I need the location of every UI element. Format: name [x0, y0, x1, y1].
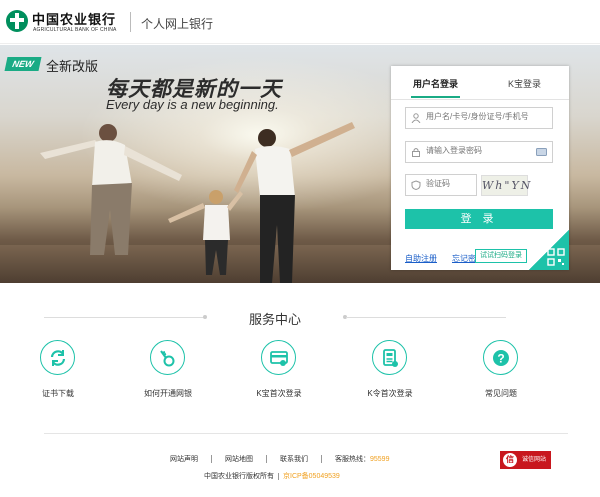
password-field[interactable] — [405, 141, 553, 163]
service-label: 常见问题 — [485, 389, 517, 398]
tab-kbao-login[interactable]: K宝登录 — [480, 77, 569, 90]
service-kbao-first-login[interactable]: K宝首次登录 — [239, 340, 319, 400]
bank-name-en: AGRICULTURAL BANK OF CHINA — [33, 27, 117, 33]
footer-link-contact[interactable]: 联系我们 — [280, 454, 308, 464]
footer-link-sitemap[interactable]: 网站地图 — [225, 454, 253, 464]
key-icon — [160, 350, 175, 367]
site-header: 中国农业银行 AGRICULTURAL BANK OF CHINA 个人网上银行 — [0, 0, 600, 44]
username-input[interactable] — [426, 112, 536, 121]
service-label: 证书下载 — [42, 389, 74, 398]
qr-code-icon — [547, 248, 565, 266]
slogan-en: Every day is a new beginning. — [106, 97, 279, 112]
service-center-title: 服务中心 — [248, 312, 301, 327]
copyright-line: 中国农业银行版权所有 京ICP备05049539 — [204, 471, 340, 481]
trust-label: 诚信网站 — [522, 457, 547, 463]
lock-icon — [412, 148, 420, 157]
qr-login-toggle[interactable] — [529, 230, 569, 270]
login-button[interactable]: 登 录 — [405, 209, 553, 229]
captcha-field[interactable] — [405, 174, 477, 196]
refresh-icon — [50, 350, 66, 366]
captcha-image[interactable]: Wh"YN — [481, 175, 530, 196]
user-icon — [411, 113, 421, 123]
login-panel: 用户名登录 K宝登录 Wh"YN 登 录 自助注册 忘记密 试试扫码登录 — [391, 66, 569, 270]
abc-logo-icon[interactable] — [6, 10, 28, 32]
page-subtitle: 个人网上银行 — [141, 17, 214, 31]
copyright-text: 中国农业银行版权所有 — [204, 473, 274, 480]
service-icon-circle — [372, 340, 407, 375]
service-icon-circle — [150, 340, 185, 375]
captcha-input[interactable] — [426, 179, 472, 188]
tab-username-login[interactable]: 用户名登录 — [391, 77, 480, 98]
service-label: K令首次登录 — [367, 389, 413, 398]
scan-login-tip[interactable]: 试试扫码登录 — [475, 249, 527, 263]
footer-link-statement[interactable]: 网站声明 — [170, 454, 198, 464]
footer-divider — [44, 433, 568, 434]
bank-name-cn: 中国农业银行 — [32, 13, 117, 28]
username-field[interactable] — [405, 107, 553, 129]
header-divider — [130, 12, 131, 32]
service-kling-first-login[interactable]: K令首次登录 — [350, 340, 430, 400]
service-cert-download[interactable]: 证书下载 — [18, 340, 98, 400]
new-badge: NEW — [4, 57, 42, 71]
self-register-link[interactable]: 自助注册 — [405, 253, 437, 264]
service-icon-circle: ? — [483, 340, 518, 375]
divider-right — [346, 317, 506, 318]
login-tabs: 用户名登录 K宝登录 — [391, 66, 569, 100]
trust-website-badge[interactable]: 信 诚信网站 — [500, 451, 551, 469]
service-faq[interactable]: ? 常见问题 — [461, 340, 541, 400]
footer-links: 网站声明 网站地图 联系我们 客服热线：95599 — [170, 454, 389, 464]
question-icon: ? — [493, 350, 509, 366]
password-input[interactable] — [426, 146, 536, 155]
service-label: 如何开通网银 — [144, 389, 192, 398]
service-icon-circle — [261, 340, 296, 375]
new-version-label: 全新改版 — [46, 59, 99, 74]
token-icon — [383, 349, 398, 367]
trust-seal-icon: 信 — [503, 453, 517, 467]
shield-icon — [411, 180, 421, 190]
forgot-password-link[interactable]: 忘记密 — [452, 253, 476, 264]
card-icon — [270, 351, 288, 366]
service-how-to-open[interactable]: 如何开通网银 — [128, 340, 208, 400]
service-label: K宝首次登录 — [256, 389, 302, 398]
svg-text:?: ? — [497, 352, 504, 366]
keyboard-icon[interactable] — [536, 148, 547, 156]
service-icon-circle — [40, 340, 75, 375]
icp-link[interactable]: 京ICP备05049539 — [283, 473, 340, 480]
hotline-number: 95599 — [370, 456, 390, 463]
hotline-label: 客服热线： — [335, 456, 370, 463]
